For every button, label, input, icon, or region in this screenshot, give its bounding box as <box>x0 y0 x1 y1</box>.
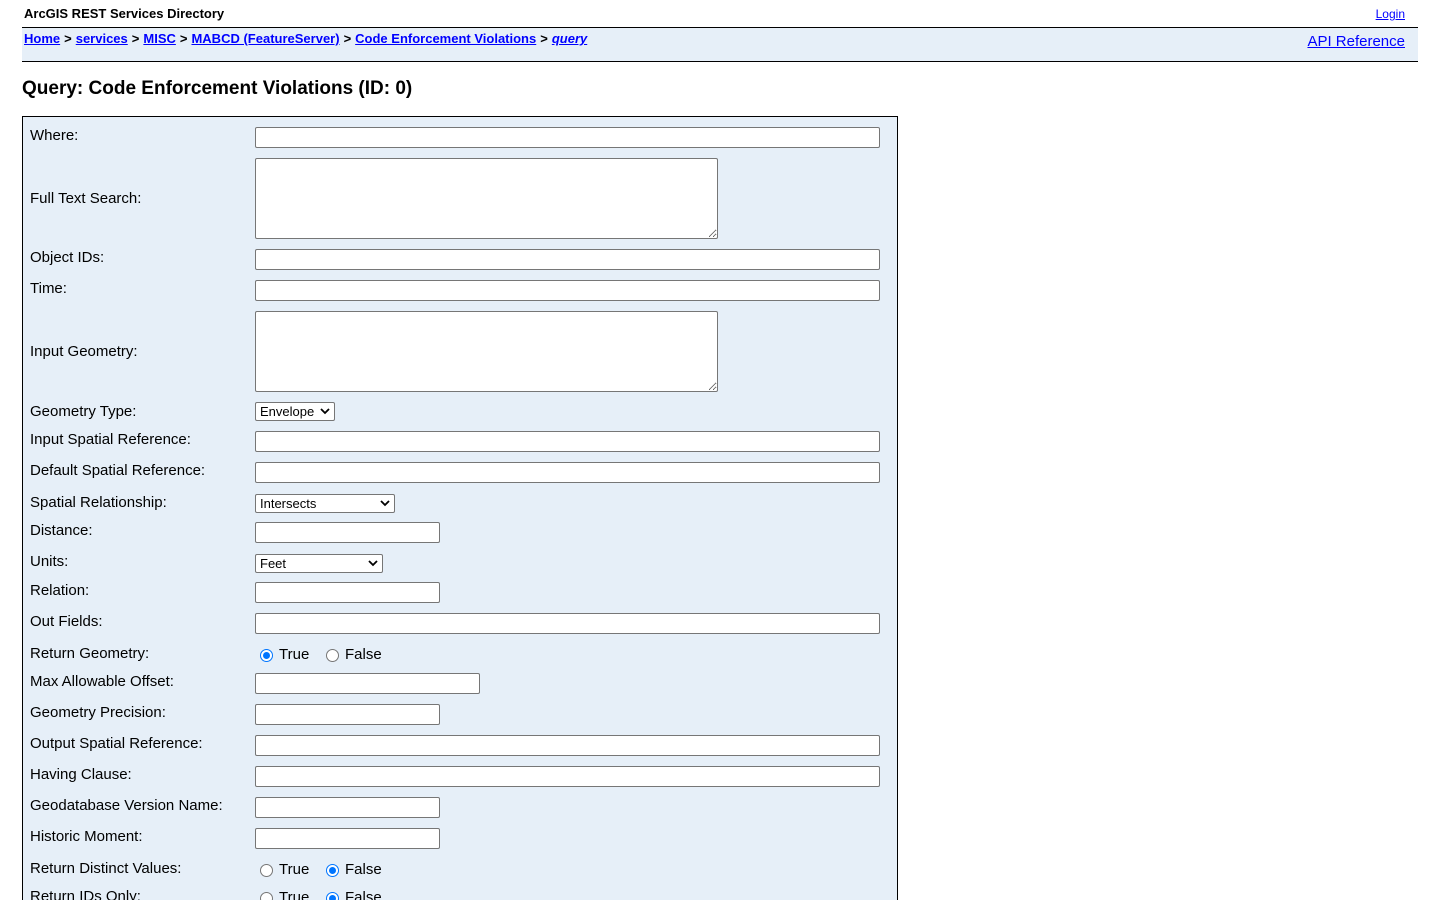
having-clause-label: Having Clause: <box>30 766 132 783</box>
object-ids-input[interactable] <box>255 249 880 270</box>
spatial-relationship-label: Spatial Relationship: <box>30 494 167 511</box>
gdb-version-input[interactable] <box>255 797 440 818</box>
object-ids-label: Object IDs: <box>30 249 105 266</box>
return-distinct-values-label: Return Distinct Values: <box>30 860 182 877</box>
geometry-type-selected-value: Envelope <box>260 404 315 419</box>
breadcrumb-misc-link[interactable]: MISC <box>143 31 176 46</box>
input-spatial-reference-label: Input Spatial Reference: <box>30 431 191 448</box>
input-spatial-reference-input[interactable] <box>255 431 880 452</box>
output-spatial-reference-input[interactable] <box>255 735 880 756</box>
breadcrumb: Home > services > MISC > MABCD (FeatureServer)… <box>24 31 587 46</box>
radio-checked-icon <box>326 892 339 900</box>
max-allowable-offset-label: Max Allowable Offset: <box>30 673 174 690</box>
default-spatial-reference-input[interactable] <box>255 462 880 483</box>
login-link[interactable]: Login <box>1376 7 1405 21</box>
relation-input[interactable] <box>255 582 440 603</box>
units-label: Units: <box>30 553 69 570</box>
return-distinct-values-false-label: False <box>345 861 382 878</box>
chevron-down-icon <box>320 408 330 415</box>
return-ids-only-true-label: True <box>279 889 310 900</box>
gdb-version-label: Geodatabase Version Name: <box>30 797 223 814</box>
out-fields-input[interactable] <box>255 613 880 634</box>
spatial-relationship-selected-value: Intersects <box>260 496 317 511</box>
having-clause-input[interactable] <box>255 766 880 787</box>
breadcrumb-separator: > <box>64 31 72 46</box>
breadcrumb-services-link[interactable]: services <box>76 31 128 46</box>
geometry-precision-input[interactable] <box>255 704 440 725</box>
out-fields-label: Out Fields: <box>30 613 103 630</box>
chevron-down-icon <box>380 500 390 507</box>
breadcrumb-separator: > <box>179 31 188 46</box>
time-label: Time: <box>30 280 67 297</box>
breadcrumb-query-link[interactable]: query <box>552 31 587 46</box>
geometry-precision-label: Geometry Precision: <box>30 704 166 721</box>
input-geometry-label: Input Geometry: <box>30 343 138 360</box>
radio-checked-icon <box>326 864 339 877</box>
chevron-down-icon <box>368 560 378 567</box>
geometry-type-label: Geometry Type: <box>30 403 137 420</box>
spatial-relationship-select[interactable]: Intersects <box>255 494 395 513</box>
breadcrumb-layer-link[interactable]: Code Enforcement Violations <box>355 31 536 46</box>
return-ids-only-label: Return IDs Only: <box>30 888 141 900</box>
units-select[interactable]: Feet <box>255 554 383 573</box>
top-bar: ArcGIS REST Services Directory Login <box>22 0 1418 28</box>
full-text-search-label: Full Text Search: <box>30 190 142 207</box>
breadcrumb-separator: > <box>540 31 548 46</box>
app-title: ArcGIS REST Services Directory <box>24 6 225 21</box>
return-distinct-values-true-label: True <box>279 861 310 878</box>
breadcrumb-home-link[interactable]: Home <box>24 31 60 46</box>
where-label: Where: <box>30 127 79 144</box>
time-input[interactable] <box>255 280 880 301</box>
radio-unchecked-icon <box>326 649 339 662</box>
relation-label: Relation: <box>30 582 90 599</box>
breadcrumb-featureserver-link[interactable]: MABCD (FeatureServer) <box>191 31 339 46</box>
historic-moment-label: Historic Moment: <box>30 828 143 845</box>
output-spatial-reference-label: Output Spatial Reference: <box>30 735 203 752</box>
units-selected-value: Feet <box>260 556 287 571</box>
return-ids-only-false-label: False <box>345 889 382 900</box>
return-geometry-false-label: False <box>345 646 382 663</box>
radio-unchecked-icon <box>260 892 273 900</box>
api-reference-link[interactable]: API Reference <box>1307 33 1405 50</box>
geometry-type-select[interactable]: Envelope <box>255 402 335 421</box>
distance-label: Distance: <box>30 522 93 539</box>
radio-unchecked-icon <box>260 864 273 877</box>
where-input[interactable] <box>255 127 880 148</box>
return-geometry-label: Return Geometry: <box>30 645 150 662</box>
breadcrumb-separator: > <box>131 31 140 46</box>
radio-checked-icon <box>260 649 273 662</box>
input-geometry-textarea[interactable] <box>255 311 718 392</box>
return-geometry-true-label: True <box>279 646 310 663</box>
breadcrumb-separator: > <box>343 31 352 46</box>
historic-moment-input[interactable] <box>255 828 440 849</box>
distance-input[interactable] <box>255 522 440 543</box>
page-title: Query: Code Enforcement Violations (ID: … <box>22 78 413 99</box>
full-text-search-textarea[interactable] <box>255 158 718 239</box>
max-allowable-offset-input[interactable] <box>255 673 480 694</box>
page: ArcGIS REST Services Directory Login Hom… <box>0 0 1440 900</box>
default-spatial-reference-label: Default Spatial Reference: <box>30 462 206 479</box>
query-form: Where: Full Text Search: Object IDs: Tim… <box>22 116 898 900</box>
breadcrumb-bar: Home > services > MISC > MABCD (FeatureServer)… <box>22 28 1418 62</box>
